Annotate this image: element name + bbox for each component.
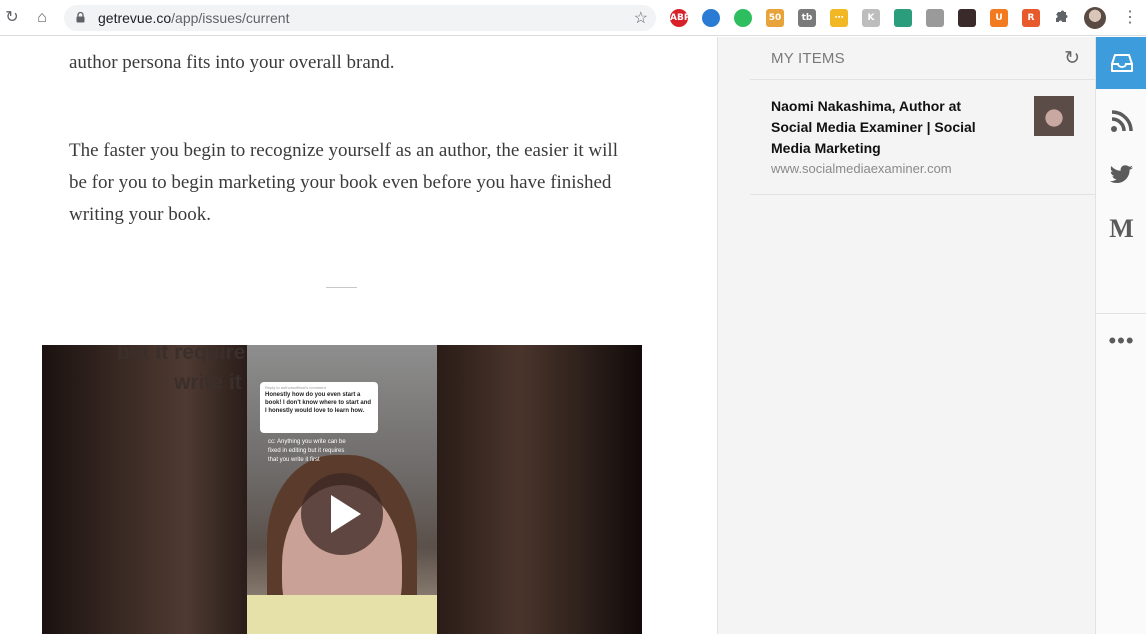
- section-divider: [326, 287, 357, 288]
- video-person-shirt: [247, 595, 437, 634]
- item-thumbnail: [1034, 96, 1074, 136]
- feedly-icon[interactable]: [894, 9, 912, 27]
- so-icon[interactable]: 50: [766, 9, 784, 27]
- camera-icon[interactable]: [926, 9, 944, 27]
- rss-icon[interactable]: [1096, 95, 1146, 147]
- my-items-panel: MY ITEMS ↻ Naomi Nakashima, Author at So…: [717, 37, 1096, 634]
- u-icon[interactable]: U: [990, 9, 1008, 27]
- panel-title: MY ITEMS: [771, 50, 845, 67]
- home-icon[interactable]: ⌂: [32, 8, 52, 28]
- play-button[interactable]: [301, 473, 383, 555]
- video-caption: cc: Anything you write can be fixed in e…: [268, 439, 346, 463]
- lock-icon: [76, 12, 85, 23]
- video-embed[interactable]: but it require write it Reply to authors…: [42, 345, 642, 634]
- video-ghost-text: but it require: [117, 345, 246, 364]
- r-icon[interactable]: R: [1022, 9, 1040, 27]
- browser-toolbar: ↻ ⌂ getrevue.co/app/issues/current ☆ ABP…: [0, 0, 1146, 36]
- tb-icon[interactable]: tb: [798, 9, 816, 27]
- video-comment-card: Reply to authorsofficial's comment Hones…: [260, 382, 378, 433]
- list-item[interactable]: Naomi Nakashima, Author at Social Media …: [750, 81, 1096, 195]
- readwise-icon[interactable]: [958, 9, 976, 27]
- source-rail: M •••: [1095, 37, 1146, 634]
- address-bar[interactable]: getrevue.co/app/issues/current ☆: [64, 5, 656, 31]
- twitter-icon[interactable]: [1096, 149, 1146, 201]
- article-paragraph: The faster you begin to recognize yourse…: [69, 140, 618, 225]
- panel-header: MY ITEMS ↻: [750, 37, 1096, 80]
- sailfish-icon[interactable]: [702, 9, 720, 27]
- medium-icon[interactable]: M: [1096, 203, 1146, 255]
- adblock-icon[interactable]: ABP: [670, 9, 690, 27]
- article-content: author persona fits into your overall br…: [0, 37, 717, 634]
- article-paragraph: author persona fits into your overall br…: [69, 52, 395, 73]
- video-blur-right: [437, 345, 642, 634]
- url-text: getrevue.co/app/issues/current: [98, 10, 290, 26]
- sticky-icon[interactable]: ⋯: [830, 9, 848, 27]
- extensions-puzzle-icon[interactable]: [1052, 9, 1070, 27]
- more-icon[interactable]: •••: [1096, 315, 1146, 367]
- refresh-icon[interactable]: ↻: [1064, 47, 1080, 70]
- item-source: www.socialmediaexaminer.com: [771, 161, 952, 176]
- video-ghost-text: write it: [174, 371, 242, 394]
- inbox-icon[interactable]: [1096, 37, 1146, 89]
- profile-avatar[interactable]: [1084, 7, 1106, 29]
- reload-icon[interactable]: ↻: [2, 8, 22, 28]
- rail-divider: [1096, 313, 1146, 314]
- k-icon[interactable]: K: [862, 9, 880, 27]
- item-title[interactable]: Naomi Nakashima, Author at Social Media …: [771, 96, 1001, 159]
- browser-menu-icon[interactable]: ⋮: [1122, 8, 1138, 28]
- evernote-icon[interactable]: [734, 9, 752, 27]
- bookmark-star-icon[interactable]: ☆: [634, 8, 648, 28]
